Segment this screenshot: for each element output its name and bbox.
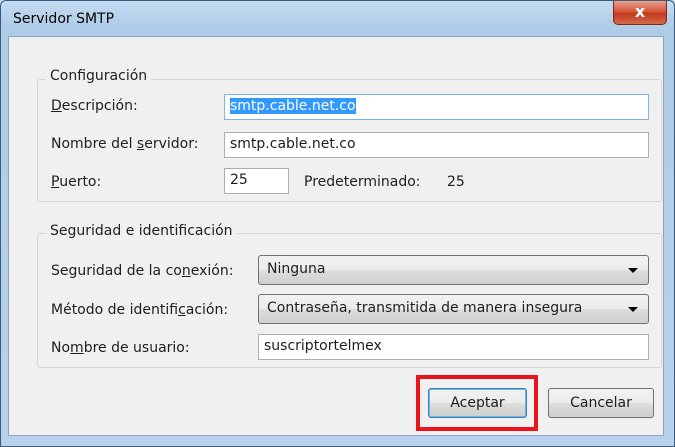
accept-highlight-box [416,375,538,431]
chevron-down-icon [628,268,638,273]
port-field[interactable]: 25 [224,168,289,194]
auth-method-select[interactable]: Contraseña, transmitida de manera insegu… [258,294,649,324]
auth-method-label: Método de identificación: [51,302,229,318]
description-field[interactable]: smtp.cable.net.co [224,94,649,120]
description-label: Descripción: [51,98,138,114]
close-icon: x [634,2,646,21]
window-title: Servidor SMTP [13,11,115,27]
default-port-value: 25 [447,174,465,190]
config-group-title: Configuración [46,68,152,84]
cancel-button[interactable]: Cancelar [548,388,654,418]
close-button[interactable]: x [613,1,667,25]
description-value: smtp.cable.net.co [230,98,356,114]
username-field[interactable]: suscriptortelmex [258,334,649,360]
default-port-label: Predeterminado: [304,174,421,190]
server-name-field[interactable]: smtp.cable.net.co [224,132,649,158]
server-name-label: Nombre del servidor: [51,136,199,152]
connection-security-value: Ninguna [267,261,326,277]
chevron-down-icon [628,307,638,312]
connection-security-label: Seguridad de la conexión: [51,263,234,279]
connection-security-select[interactable]: Ninguna [258,255,649,285]
username-label: Nombre de usuario: [51,340,190,356]
security-group-title: Seguridad e identificación [46,223,237,239]
port-label: Puerto: [51,174,102,190]
auth-method-value: Contraseña, transmitida de manera insegu… [267,300,583,316]
title-bar[interactable]: Servidor SMTP x [1,1,674,35]
